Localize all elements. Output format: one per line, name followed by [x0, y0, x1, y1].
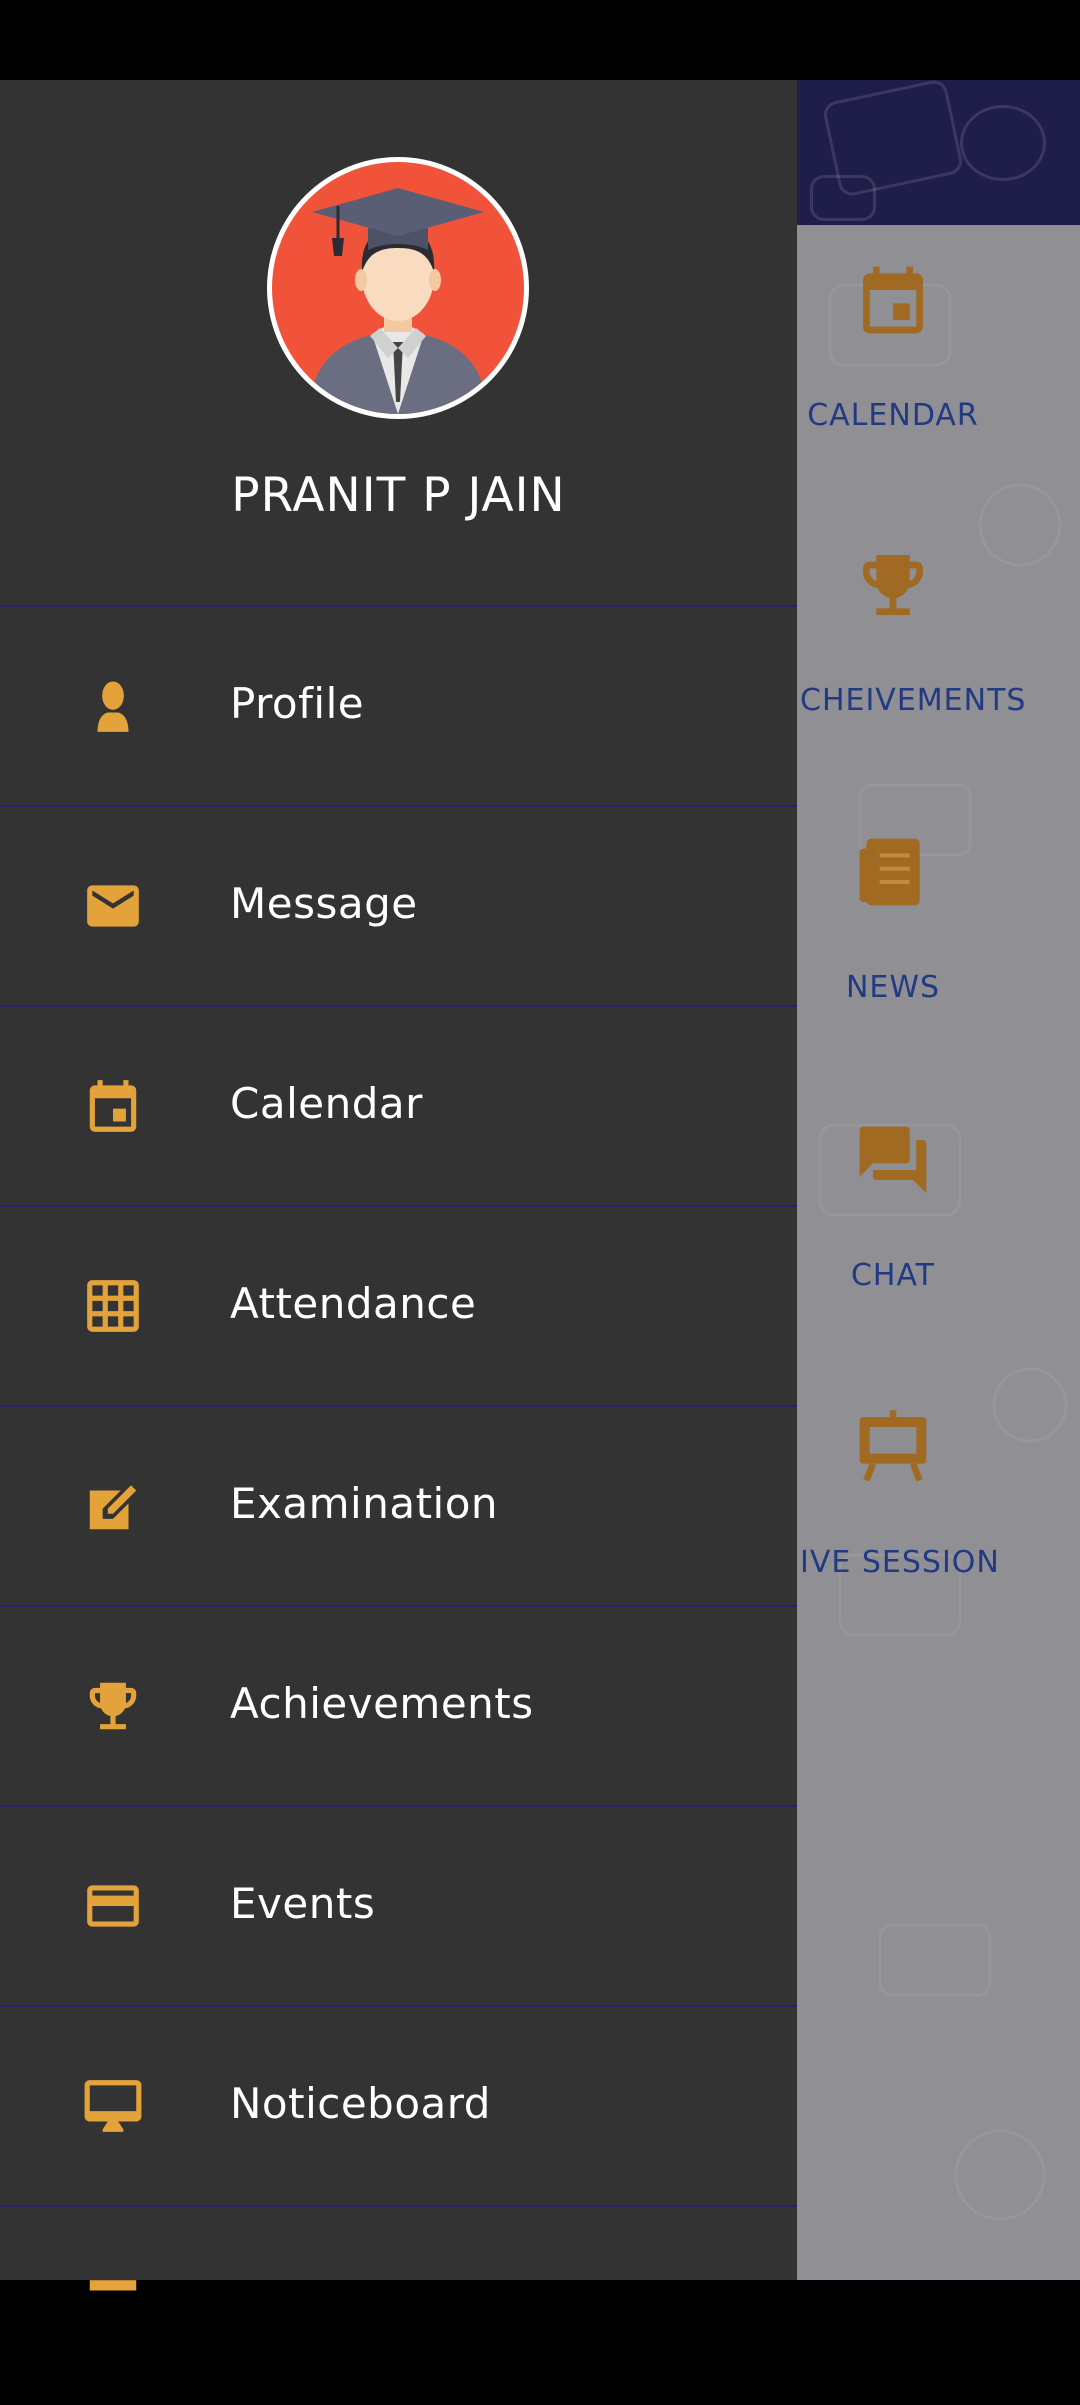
calendar-icon [89, 1080, 137, 1132]
graduate-avatar-icon [308, 188, 488, 414]
presentation-board-icon [859, 1410, 927, 1482]
menu-item-partial[interactable] [0, 2205, 797, 2405]
menu-item-label: Events [230, 1879, 376, 1928]
menu-item-noticeboard[interactable]: Noticeboard [0, 2005, 797, 2205]
avatar[interactable] [267, 157, 529, 419]
drawer-header: PRANIT P JAIN [0, 80, 797, 605]
chat-icon [859, 1126, 927, 1194]
tile-label: CHEIVEMENTS [800, 683, 1027, 718]
tile-label: IVE SESSION [800, 1545, 1000, 1580]
menu-item-attendance[interactable]: Attendance [0, 1205, 797, 1405]
menu-item-label: Achievements [230, 1679, 534, 1728]
edit-icon [89, 1485, 137, 1530]
menu-item-label: Attendance [230, 1279, 477, 1328]
menu-item-message[interactable]: Message [0, 805, 797, 1005]
tile-achievements[interactable]: CHEIVEMENTS [800, 545, 1027, 718]
menu-item-achievements[interactable]: Achievements [0, 1605, 797, 1805]
tile-label: NEWS [845, 970, 941, 1005]
grid-icon [87, 1280, 139, 1332]
user-name: PRANIT P JAIN [231, 468, 566, 523]
menu-item-events[interactable]: Events [0, 1805, 797, 2005]
menu-item-calendar[interactable]: Calendar [0, 1005, 797, 1205]
tile-chat[interactable]: CHAT [800, 1120, 986, 1293]
menu-item-label: Calendar [230, 1079, 423, 1128]
envelope-icon [87, 885, 139, 927]
menu-item-label: Profile [230, 679, 365, 728]
menu-item-label: Noticeboard [230, 2079, 491, 2128]
partial-icon [89, 2280, 137, 2291]
menu-item-label: Examination [230, 1479, 499, 1528]
person-icon [97, 681, 129, 732]
menu-item-profile[interactable]: Profile [0, 605, 797, 805]
drawer-menu: Profile Message Calendar Attendance Exam… [0, 605, 797, 2405]
calendar-icon [863, 266, 923, 334]
status-bar [0, 0, 1080, 80]
menu-item-examination[interactable]: Examination [0, 1405, 797, 1605]
menu-item-label: Message [230, 879, 418, 928]
navigation-drawer: PRANIT P JAIN Profile Message Calendar A… [0, 80, 797, 2291]
monitor-icon [84, 2080, 142, 2132]
tile-label: CHAT [850, 1258, 936, 1293]
tile-calendar[interactable]: CALENDAR [800, 260, 986, 433]
trophy-icon [89, 1682, 137, 1730]
news-icon [859, 838, 920, 906]
tile-label: CALENDAR [807, 398, 979, 433]
trophy-icon [863, 555, 923, 615]
tile-news[interactable]: NEWS [800, 832, 986, 1005]
card-icon [87, 1885, 139, 1927]
tile-live-session[interactable]: IVE SESSION [800, 1407, 1000, 1580]
